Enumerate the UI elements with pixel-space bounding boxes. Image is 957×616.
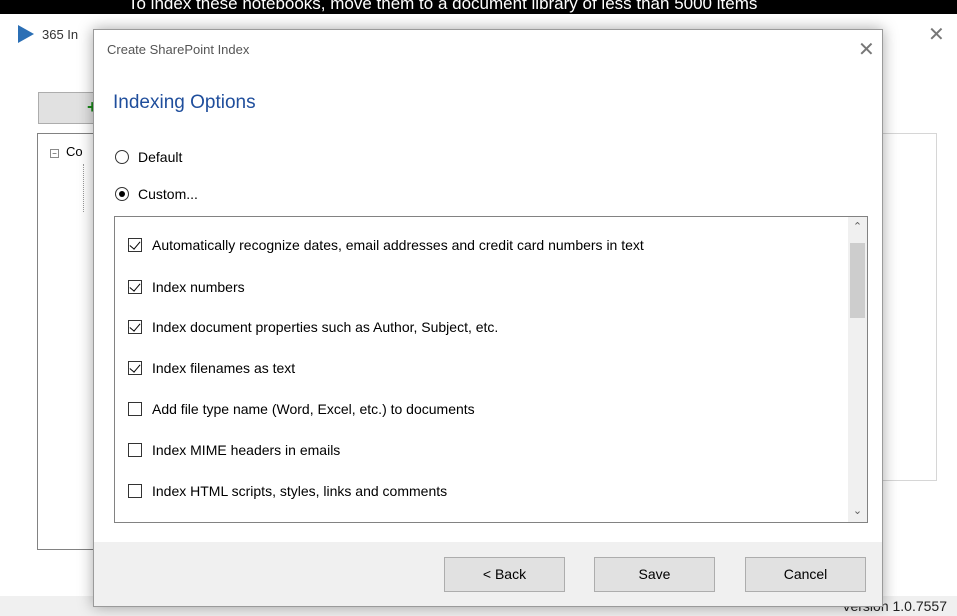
option-recognize-dates[interactable]: Automatically recognize dates, email add… <box>128 237 644 253</box>
radio-default-label[interactable]: Default <box>138 149 182 165</box>
option-mime-headers[interactable]: Index MIME headers in emails <box>128 442 340 458</box>
checkbox-file-type-name[interactable] <box>128 402 142 416</box>
option-label[interactable]: Index document properties such as Author… <box>152 319 498 335</box>
option-file-type-name[interactable]: Add file type name (Word, Excel, etc.) t… <box>128 401 475 417</box>
checkbox-recognize-dates[interactable] <box>128 238 142 252</box>
app-logo-icon <box>18 25 34 43</box>
option-label[interactable]: Index numbers <box>152 279 245 295</box>
radio-custom-label[interactable]: Custom... <box>138 186 198 202</box>
chevron-up-icon[interactable]: ⌃ <box>848 219 867 236</box>
close-icon[interactable]: ✕ <box>928 22 945 47</box>
checkbox-filenames-as-text[interactable] <box>128 361 142 375</box>
dialog-close-icon[interactable]: ✕ <box>858 37 875 62</box>
option-label[interactable]: Index filenames as text <box>152 360 295 376</box>
indexing-options-heading: Indexing Options <box>113 92 256 113</box>
checkbox-document-properties[interactable] <box>128 320 142 334</box>
cancel-button[interactable]: Cancel <box>745 557 866 592</box>
radio-custom[interactable]: Custom... <box>115 186 198 202</box>
notification-banner: To index these notebooks, move them to a… <box>0 0 957 14</box>
option-label[interactable]: Automatically recognize dates, email add… <box>152 237 644 253</box>
notification-banner-text: To index these notebooks, move them to a… <box>128 0 758 13</box>
option-index-numbers[interactable]: Index numbers <box>128 279 245 295</box>
option-html-scripts[interactable]: Index HTML scripts, styles, links and co… <box>128 483 447 499</box>
tree-item-label[interactable]: Co <box>66 144 83 159</box>
checkbox-html-scripts[interactable] <box>128 484 142 498</box>
details-panel <box>878 133 937 481</box>
scrollbar-thumb[interactable] <box>850 243 865 318</box>
save-button[interactable]: Save <box>594 557 715 592</box>
radio-default-circle[interactable] <box>115 150 129 164</box>
checkbox-index-numbers[interactable] <box>128 280 142 294</box>
checkbox-mime-headers[interactable] <box>128 443 142 457</box>
radio-custom-circle[interactable] <box>115 187 129 201</box>
create-sharepoint-index-dialog: Create SharePoint Index ✕ Indexing Optio… <box>93 29 883 607</box>
option-filenames-as-text[interactable]: Index filenames as text <box>128 360 295 376</box>
option-label[interactable]: Add file type name (Word, Excel, etc.) t… <box>152 401 475 417</box>
chevron-down-icon[interactable]: ⌄ <box>848 503 867 520</box>
option-label[interactable]: Index HTML scripts, styles, links and co… <box>152 483 447 499</box>
options-scrollbar[interactable]: ⌃ ⌄ <box>848 217 867 522</box>
tree-connector <box>83 164 84 212</box>
custom-options-list[interactable]: Automatically recognize dates, email add… <box>114 216 868 523</box>
app-title: 365 In <box>42 26 79 42</box>
back-button[interactable]: < Back <box>444 557 565 592</box>
dialog-title: Create SharePoint Index <box>107 42 250 57</box>
app-title-bar: 365 In <box>18 25 78 43</box>
option-label[interactable]: Index MIME headers in emails <box>152 442 340 458</box>
collapse-icon[interactable]: − <box>50 149 59 158</box>
option-document-properties[interactable]: Index document properties such as Author… <box>128 319 498 335</box>
radio-default[interactable]: Default <box>115 149 182 165</box>
